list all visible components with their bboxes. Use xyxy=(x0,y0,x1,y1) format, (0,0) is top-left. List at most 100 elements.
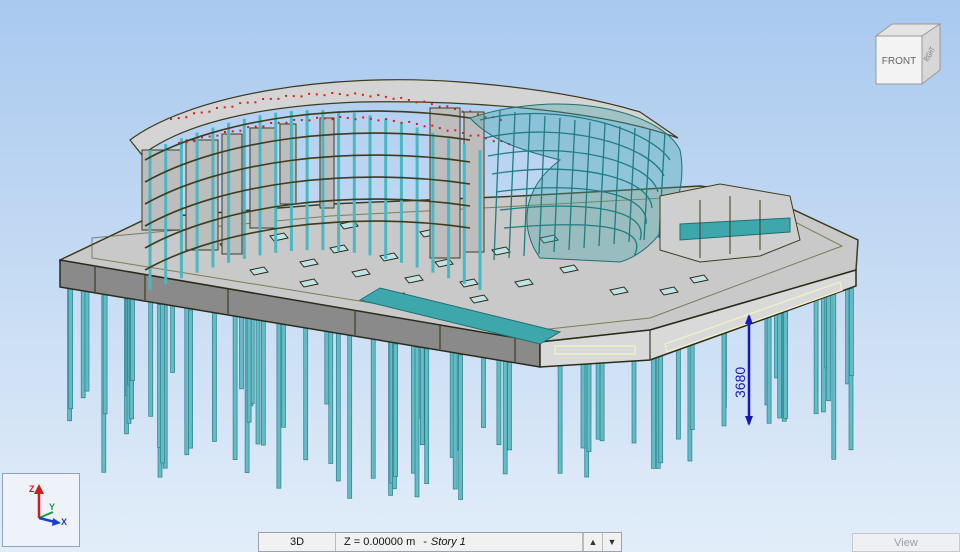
pile xyxy=(783,304,788,419)
pile xyxy=(347,331,353,499)
red-marker xyxy=(247,126,250,129)
pile xyxy=(160,301,165,464)
dimension-marker: 3680 xyxy=(732,314,753,426)
pile xyxy=(414,347,420,498)
pile xyxy=(328,330,334,464)
red-marker xyxy=(454,108,456,110)
red-marker xyxy=(300,95,303,98)
red-marker xyxy=(354,118,357,121)
red-marker xyxy=(316,116,319,119)
red-marker xyxy=(407,99,410,101)
red-marker xyxy=(270,122,273,124)
red-marker xyxy=(423,125,426,128)
red-marker xyxy=(462,132,464,134)
red-marker xyxy=(338,93,341,95)
pile xyxy=(239,314,244,390)
pile xyxy=(496,357,502,446)
pile xyxy=(303,323,309,461)
pile xyxy=(481,354,486,428)
red-marker xyxy=(377,94,380,97)
view-cube[interactable]: FRONT RIGHT xyxy=(872,22,944,88)
red-marker xyxy=(170,118,172,120)
red-marker xyxy=(231,105,234,108)
model-viewport[interactable]: 3680 FRONT RIGHT Z Y X xyxy=(0,0,960,552)
pile xyxy=(458,354,463,500)
pile xyxy=(80,288,86,399)
red-marker xyxy=(308,119,311,122)
red-marker xyxy=(216,134,219,137)
pile xyxy=(777,303,783,419)
pile xyxy=(212,310,217,442)
pile xyxy=(84,290,90,392)
red-marker xyxy=(392,97,395,100)
structural-model-3d[interactable]: 3680 xyxy=(0,0,960,552)
view-mode-button[interactable]: 3D xyxy=(259,533,336,551)
red-marker xyxy=(354,92,357,95)
red-marker xyxy=(185,141,188,144)
red-marker xyxy=(200,111,203,114)
pile xyxy=(246,318,252,423)
red-marker xyxy=(178,142,180,144)
pile xyxy=(580,353,586,449)
pile xyxy=(255,317,261,445)
pile xyxy=(419,345,425,446)
pile xyxy=(335,330,341,482)
red-marker xyxy=(277,97,280,100)
pile xyxy=(766,310,772,424)
pile xyxy=(393,343,398,477)
elevation-text: Z = 0.00000 m xyxy=(344,536,416,548)
pile xyxy=(826,293,831,402)
axis-x-label: X xyxy=(61,517,67,527)
red-marker xyxy=(400,121,403,124)
axis-y-label: Y xyxy=(49,502,55,512)
red-marker xyxy=(331,92,334,94)
red-marker xyxy=(193,112,195,115)
story-selector[interactable]: Z = 0.00000 m - Story 1 xyxy=(336,533,583,551)
story-name: Story 1 xyxy=(430,536,466,548)
red-marker xyxy=(377,119,380,122)
red-marker xyxy=(415,123,418,125)
red-marker xyxy=(423,100,426,103)
story-down-button[interactable]: ▼ xyxy=(602,533,621,551)
pile xyxy=(849,288,854,376)
red-marker xyxy=(339,116,342,118)
red-marker xyxy=(185,116,188,119)
red-marker xyxy=(315,93,318,96)
tower-wall xyxy=(279,123,297,205)
red-marker xyxy=(346,117,349,119)
pile xyxy=(813,298,819,415)
red-marker xyxy=(262,98,265,100)
red-marker xyxy=(392,119,395,122)
red-marker xyxy=(331,118,334,121)
red-marker xyxy=(216,107,218,109)
red-marker xyxy=(201,136,203,139)
red-marker xyxy=(369,117,372,120)
pile xyxy=(68,288,74,410)
pile xyxy=(276,323,282,489)
elevation-separator: - xyxy=(423,536,427,548)
pile xyxy=(148,300,154,417)
red-marker xyxy=(285,94,288,97)
story-up-button[interactable]: ▲ xyxy=(583,533,602,551)
red-marker xyxy=(224,131,226,133)
red-marker xyxy=(415,101,418,104)
red-marker xyxy=(438,105,441,108)
red-marker xyxy=(362,116,365,119)
red-marker xyxy=(323,117,326,120)
red-marker xyxy=(438,127,441,130)
view-button[interactable]: View xyxy=(852,533,960,552)
red-marker xyxy=(246,101,249,104)
red-marker xyxy=(469,134,472,137)
red-marker xyxy=(254,101,257,104)
red-marker xyxy=(346,94,349,97)
red-marker xyxy=(223,106,226,109)
pile xyxy=(831,294,837,460)
red-marker xyxy=(446,129,449,132)
red-marker xyxy=(262,125,265,128)
red-marker xyxy=(385,118,388,121)
view-cube-front-label: FRONT xyxy=(882,56,916,67)
red-marker xyxy=(177,117,180,120)
red-marker xyxy=(461,110,464,113)
red-marker xyxy=(239,102,242,105)
pile xyxy=(586,355,592,452)
